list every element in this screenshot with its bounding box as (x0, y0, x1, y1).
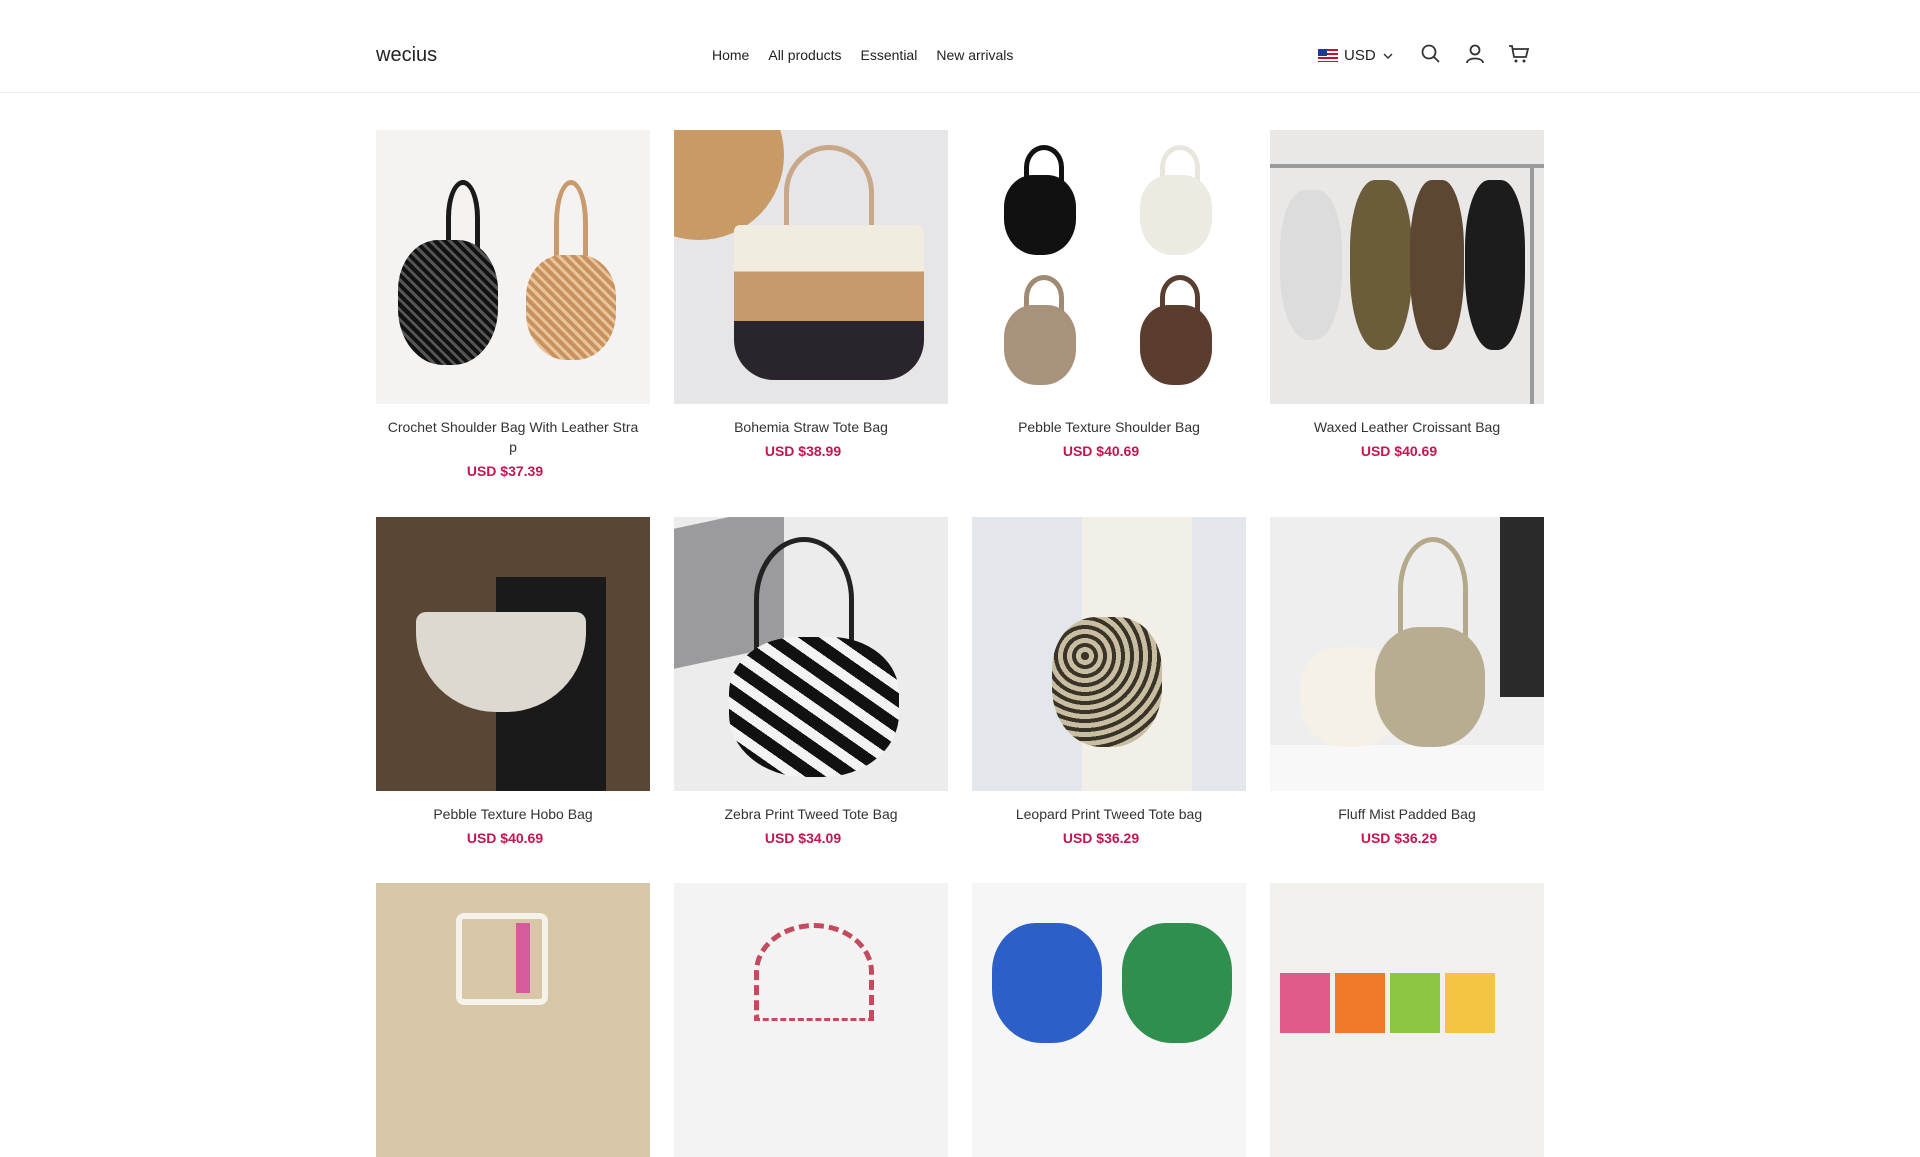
orange-bag (1335, 973, 1385, 1033)
product-card[interactable] (972, 883, 1246, 1157)
straw-hat (674, 130, 784, 240)
product-card[interactable] (1270, 883, 1544, 1157)
product-image[interactable] (376, 517, 650, 791)
rack-pole (1530, 164, 1534, 404)
product-image[interactable] (376, 130, 650, 404)
brown-shoulder-bag (1140, 305, 1212, 385)
product-title[interactable]: Fluff Mist Padded Bag (1270, 804, 1544, 824)
product-image[interactable] (972, 517, 1246, 791)
black-croissant-bag (1465, 180, 1525, 350)
product-image[interactable] (1270, 883, 1544, 1157)
nav-essential[interactable]: Essential (861, 47, 918, 63)
product-title[interactable]: Crochet Shoulder Bag With Leather Stra p (376, 417, 650, 457)
product-title[interactable]: Pebble Texture Hobo Bag (376, 804, 650, 824)
account-icon[interactable] (1464, 43, 1486, 65)
khaki-padded-bag (1375, 627, 1485, 747)
clothing-rack (1270, 164, 1544, 168)
product-card[interactable]: Fluff Mist Padded Bag USD $36.29 (1270, 517, 1544, 846)
bag-strap (554, 180, 588, 265)
pink-bag (1280, 973, 1330, 1033)
chair (456, 913, 548, 1005)
product-card[interactable] (674, 883, 948, 1157)
cream-shoulder-bag (1140, 175, 1212, 255)
product-card[interactable]: Crochet Shoulder Bag With Leather Stra p… (376, 130, 650, 479)
product-image[interactable] (674, 883, 948, 1157)
product-card[interactable]: Waxed Leather Croissant Bag USD $40.69 (1270, 130, 1544, 459)
product-price: USD $34.09 (764, 830, 842, 846)
main-nav: Home All products Essential New arrivals (712, 47, 1013, 63)
product-price: USD $40.69 (1062, 443, 1140, 459)
product-card[interactable]: Leopard Print Tweed Tote bag USD $36.29 (972, 517, 1246, 846)
taupe-shoulder-bag (1004, 305, 1076, 385)
striped-strap (754, 923, 874, 1021)
currency-selector[interactable]: USD (1318, 47, 1394, 64)
product-image[interactable] (1270, 130, 1544, 404)
lime-bag (1390, 973, 1440, 1033)
straw-tote-bag (734, 225, 924, 380)
product-price: USD $40.69 (1360, 443, 1438, 459)
black-crochet-bag (398, 240, 498, 365)
cart-icon[interactable] (1508, 43, 1530, 65)
product-price: USD $36.29 (1062, 830, 1140, 846)
product-price: USD $37.39 (466, 463, 544, 479)
green-bag (1122, 923, 1232, 1043)
product-card[interactable]: Pebble Texture Shoulder Bag USD $40.69 (972, 130, 1246, 459)
product-card[interactable]: Pebble Texture Hobo Bag USD $40.69 (376, 517, 650, 846)
us-flag-icon (1318, 49, 1338, 62)
product-card[interactable] (376, 883, 650, 1157)
nav-home[interactable]: Home (712, 47, 749, 63)
leopard-tote-bag (1052, 617, 1162, 747)
product-title[interactable]: Pebble Texture Shoulder Bag (972, 417, 1246, 437)
product-image[interactable] (1270, 517, 1544, 791)
product-title[interactable]: Bohemia Straw Tote Bag (674, 417, 948, 437)
product-title[interactable]: Waxed Leather Croissant Bag (1270, 417, 1544, 437)
black-shoulder-bag (1004, 175, 1076, 255)
chevron-down-icon (1383, 52, 1393, 59)
product-title[interactable]: Leopard Print Tweed Tote bag (972, 804, 1246, 824)
product-card[interactable]: Zebra Print Tweed Tote Bag USD $34.09 (674, 517, 948, 846)
shelf (1270, 745, 1544, 791)
blue-bag (992, 923, 1102, 1043)
olive-croissant-bag (1350, 180, 1412, 350)
product-image[interactable] (376, 883, 650, 1157)
mirror-frame (1500, 517, 1544, 697)
product-image[interactable] (972, 883, 1246, 1157)
product-price: USD $40.69 (466, 830, 544, 846)
currency-label: USD (1344, 47, 1376, 64)
brown-croissant-bag (1410, 180, 1464, 350)
site-logo[interactable]: wecius (376, 44, 437, 67)
product-card[interactable]: Bohemia Straw Tote Bag USD $38.99 (674, 130, 948, 459)
product-price: USD $36.29 (1360, 830, 1438, 846)
silver-croissant-bag (1280, 190, 1342, 340)
tan-crochet-bag (526, 255, 616, 360)
product-image[interactable] (674, 130, 948, 404)
pink-strap (516, 923, 530, 993)
product-image[interactable] (972, 130, 1246, 404)
zebra-tote-bag (729, 637, 899, 777)
nav-all-products[interactable]: All products (768, 47, 841, 63)
product-image[interactable] (674, 517, 948, 791)
site-header: wecius Home All products Essential New a… (0, 0, 1920, 93)
nav-new-arrivals[interactable]: New arrivals (936, 47, 1013, 63)
product-price: USD $38.99 (764, 443, 842, 459)
product-title[interactable]: Zebra Print Tweed Tote Bag (674, 804, 948, 824)
search-icon[interactable] (1420, 43, 1442, 65)
yellow-bag (1445, 973, 1495, 1033)
header-icons (1420, 43, 1530, 65)
